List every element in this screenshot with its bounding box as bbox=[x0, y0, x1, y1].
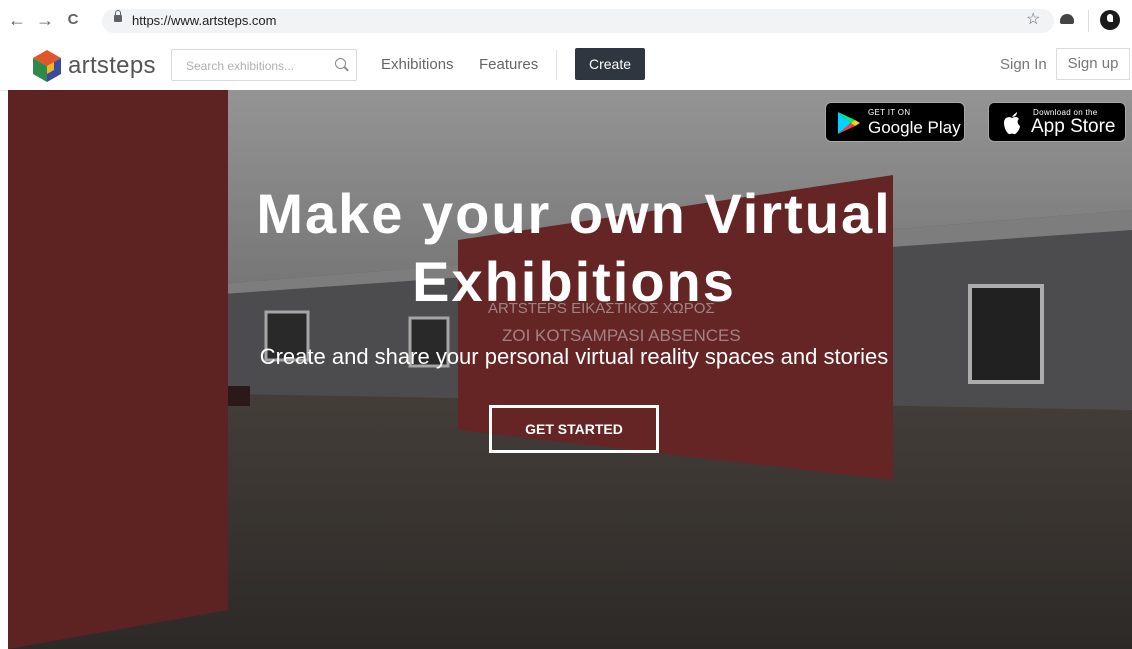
toolbar-divider bbox=[1088, 10, 1089, 32]
search-box[interactable] bbox=[171, 49, 357, 81]
url-text[interactable]: https://www.artsteps.com bbox=[132, 13, 277, 28]
brand-name[interactable]: artsteps bbox=[68, 52, 156, 80]
sign-up-button[interactable]: Sign up bbox=[1056, 48, 1130, 80]
app-store-badge[interactable]: Download on the App Store bbox=[988, 102, 1126, 142]
site-header: artsteps Exhibitions Features Create Sig… bbox=[0, 42, 1132, 91]
lock-icon bbox=[114, 10, 122, 22]
account-extension-icon[interactable] bbox=[1100, 10, 1120, 30]
star-icon[interactable]: ☆ bbox=[1026, 9, 1040, 29]
google-play-big-text: Google Play bbox=[868, 118, 961, 137]
hero-banner: ARTSTEPS ΕΙΚΑΣΤΙΚΟΣ ΧΩΡΟΣ ZOI KOTSAMPASI… bbox=[8, 90, 1132, 649]
nav-features[interactable]: Features bbox=[479, 56, 538, 73]
google-play-icon bbox=[838, 112, 860, 134]
apple-icon bbox=[1004, 112, 1020, 135]
artsteps-logo-icon[interactable] bbox=[30, 48, 64, 84]
back-arrow-icon[interactable]: ← bbox=[6, 9, 28, 31]
forward-arrow-icon[interactable]: → bbox=[34, 9, 56, 31]
create-button[interactable]: Create bbox=[575, 48, 645, 80]
hero-title: Make your own Virtual Exhibitions bbox=[256, 182, 892, 313]
nav-exhibitions[interactable]: Exhibitions bbox=[381, 56, 454, 73]
google-play-small-text: GET IT ON bbox=[868, 108, 911, 117]
search-icon[interactable] bbox=[335, 58, 346, 69]
get-started-button[interactable]: GET STARTED bbox=[489, 405, 659, 453]
browser-toolbar: ← → C https://www.artsteps.com ☆ bbox=[0, 0, 1132, 43]
hero-subtitle: Create and share your personal virtual r… bbox=[259, 344, 889, 369]
sign-in-link[interactable]: Sign In bbox=[1000, 56, 1047, 73]
app-store-big-text: App Store bbox=[1031, 116, 1116, 137]
google-play-badge[interactable]: GET IT ON Google Play bbox=[825, 102, 965, 142]
nav-divider bbox=[556, 50, 557, 80]
cloud-extension-icon[interactable] bbox=[1060, 14, 1074, 24]
address-bar[interactable]: https://www.artsteps.com bbox=[102, 9, 1054, 33]
search-input[interactable] bbox=[184, 56, 328, 76]
reload-icon[interactable]: C bbox=[62, 9, 84, 31]
